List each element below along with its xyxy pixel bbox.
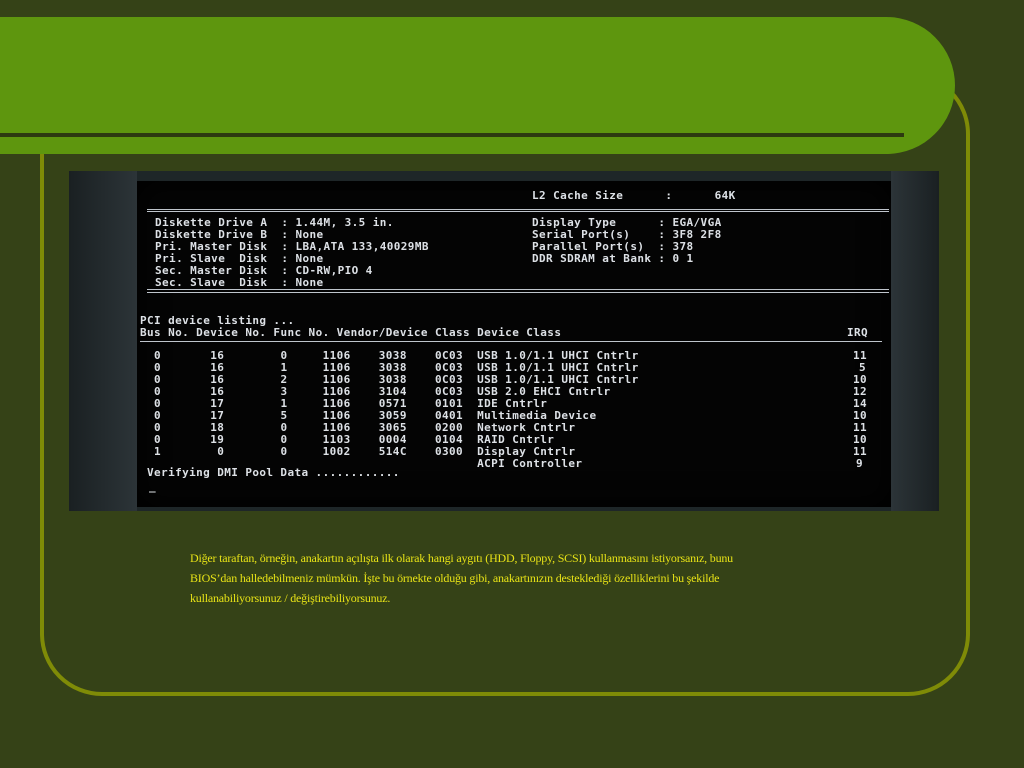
caption-line: kullanabiliyorsunuz / değiştirebiliyorsu… xyxy=(190,591,391,605)
pci-header: Bus No. Device No. Func No. Vendor/Devic… xyxy=(140,326,562,339)
slide-caption: Diğer taraftan, örneğin, anakartın açılı… xyxy=(190,548,810,608)
caption-line: Diğer taraftan, örneğin, anakartın açılı… xyxy=(190,551,733,565)
bios-screen: L2 Cache Size : 64K Diskette Drive A : 1… xyxy=(137,181,891,507)
caption-line: BIOS’dan halledebilmeniz mümkün. İşte bu… xyxy=(190,571,720,585)
l2-cache-line: L2 Cache Size : 64K xyxy=(532,189,736,202)
pci-header-divider xyxy=(140,341,882,342)
verifying-dmi: Verifying DMI Pool Data ............ xyxy=(147,466,400,479)
config-box-inner-bottom xyxy=(147,289,889,290)
monitor-bezel-left xyxy=(69,171,137,511)
irq-header: IRQ xyxy=(847,326,869,339)
monitor-bezel-right xyxy=(891,171,939,511)
system-line: DDR SDRAM at Bank : 0 1 xyxy=(532,252,694,265)
text-cursor: _ xyxy=(149,480,157,493)
banner-divider xyxy=(0,133,904,137)
irq-value: 9 xyxy=(856,457,864,470)
drive-line: Sec. Slave Disk : None xyxy=(155,276,324,289)
config-box-inner-top xyxy=(147,211,889,212)
bios-screenshot: L2 Cache Size : 64K Diskette Drive A : 1… xyxy=(69,171,939,511)
